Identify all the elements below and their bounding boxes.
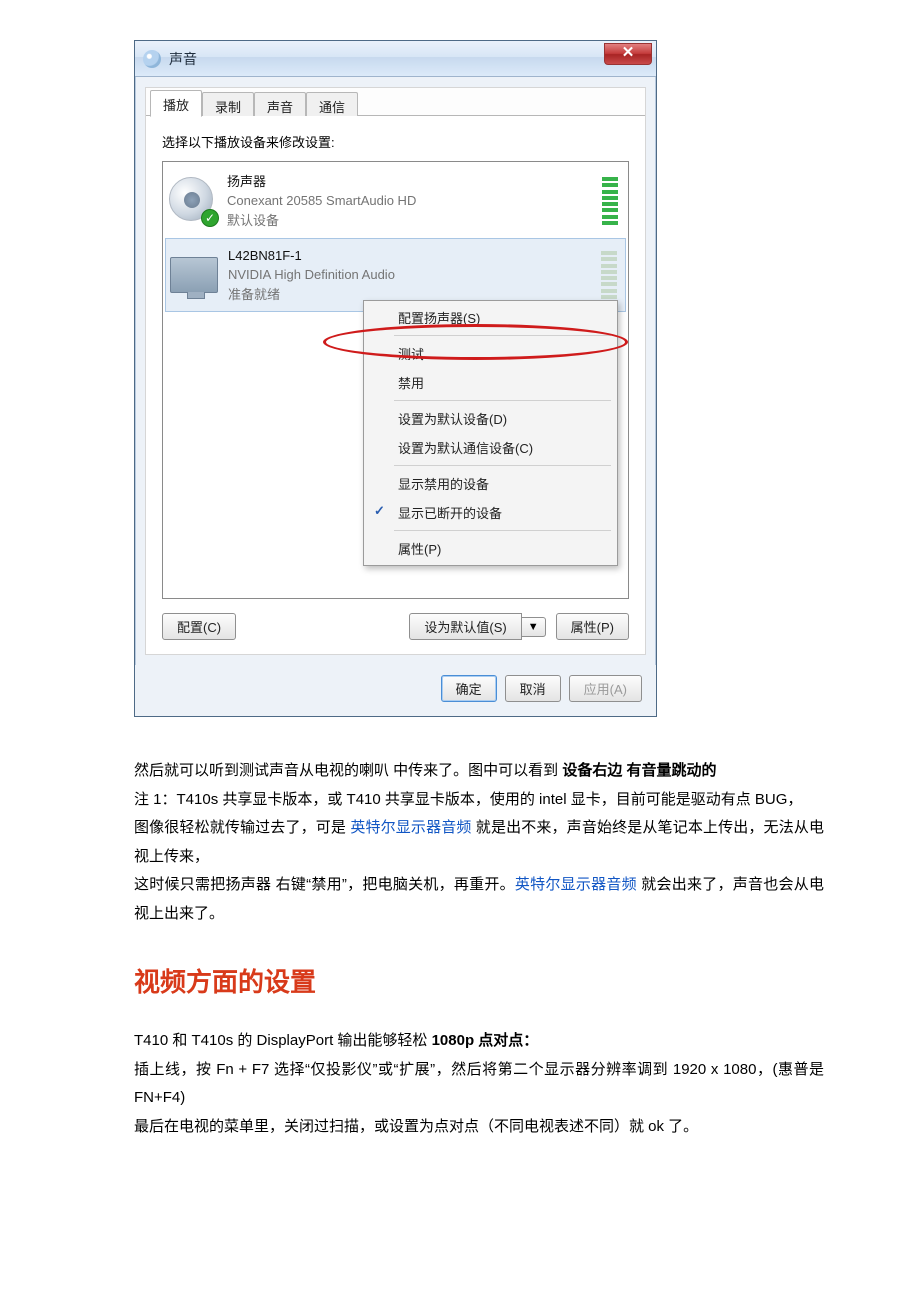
instruction-text: 选择以下播放设备来修改设置: (162, 132, 629, 151)
playback-device-list: ✓ 扬声器 Conexant 20585 SmartAudio HD 默认设备 (162, 161, 629, 599)
bold-text: 1080p 点对点： (432, 1032, 539, 1049)
device-desc: NVIDIA High Definition Audio (228, 265, 601, 285)
properties-button[interactable]: 属性(P) (556, 613, 629, 640)
menu-configure-speakers[interactable]: 配置扬声器(S) (364, 303, 617, 332)
dialog-title: 声音 (169, 49, 197, 69)
paragraph: 注 1：T410s 共享显卡版本，或 T410 共享显卡版本，使用的 intel… (134, 786, 824, 815)
apply-button[interactable]: 应用(A) (569, 675, 642, 702)
tab-playback[interactable]: 播放 (150, 90, 202, 117)
paragraph: 插上线，按 Fn + F7 选择“仅投影仪”或“扩展”，然后将第二个显示器分辨率… (134, 1056, 824, 1113)
menu-show-disabled[interactable]: 显示禁用的设备 (364, 469, 617, 498)
menu-disable[interactable]: 禁用 (364, 368, 617, 397)
device-speakers[interactable]: ✓ 扬声器 Conexant 20585 SmartAudio HD 默认设备 (165, 164, 626, 238)
paragraph: 最后在电视的菜单里，关闭过扫描，或设置为点对点（不同电视表述不同）就 ok 了。 (134, 1113, 824, 1142)
tabs: 播放 录制 声音 通信 (146, 88, 645, 116)
bold-text: 设备右边 有音量跳动的 (562, 762, 716, 779)
default-check-icon: ✓ (201, 209, 219, 227)
configure-button[interactable]: 配置(C) (162, 613, 236, 640)
device-desc: Conexant 20585 SmartAudio HD (227, 191, 602, 211)
menu-separator (394, 400, 611, 401)
section-heading: 视频方面的设置 (134, 962, 824, 999)
set-default-button[interactable]: 设为默认值(S) (409, 613, 521, 640)
tab-sounds[interactable]: 声音 (254, 92, 306, 116)
dropdown-arrow-icon[interactable]: ▼ (522, 617, 546, 637)
device-status: 默认设备 (227, 211, 602, 231)
titlebar[interactable]: 声音 ✕ (135, 41, 656, 77)
dialog-footer: 确定 取消 应用(A) (135, 665, 656, 716)
menu-test[interactable]: 测试 (364, 339, 617, 368)
speaker-icon: ✓ (169, 177, 217, 225)
device-name: L42BN81F-1 (228, 246, 601, 266)
sound-dialog: 声音 ✕ 播放 录制 声音 通信 选择以下播放设备来修改设置: ✓ (134, 40, 657, 717)
inner-buttons: 配置(C) 设为默认值(S) ▼ 属性(P) (162, 613, 629, 640)
ok-button[interactable]: 确定 (441, 675, 497, 702)
menu-show-disconnected[interactable]: 显示已断开的设备 (364, 498, 617, 527)
device-text: L42BN81F-1 NVIDIA High Definition Audio … (228, 246, 601, 305)
paragraph: T410 和 T410s 的 DisplayPort 输出能够轻松 1080p … (134, 1027, 824, 1056)
level-meter (602, 177, 618, 225)
menu-separator (394, 465, 611, 466)
sound-icon (143, 50, 161, 68)
close-button[interactable]: ✕ (604, 43, 652, 65)
tab-panel-playback: 选择以下播放设备来修改设置: ✓ 扬声器 Conexant 20585 Smar… (146, 116, 645, 654)
menu-properties[interactable]: 属性(P) (364, 534, 617, 563)
paragraph: 图像很轻松就传输过去了，可是 英特尔显示器音频 就是出不来，声音始终是从笔记本上… (134, 814, 824, 871)
paragraph: 然后就可以听到测试声音从电视的喇叭 中传来了。图中可以看到 设备右边 有音量跳动… (134, 757, 824, 786)
device-name: 扬声器 (227, 172, 602, 192)
article-body: 然后就可以听到测试声音从电视的喇叭 中传来了。图中可以看到 设备右边 有音量跳动… (134, 757, 824, 1141)
menu-set-default-comm[interactable]: 设置为默认通信设备(C) (364, 433, 617, 462)
dialog-body: 播放 录制 声音 通信 选择以下播放设备来修改设置: ✓ 扬声器 Co (145, 87, 646, 655)
device-text: 扬声器 Conexant 20585 SmartAudio HD 默认设备 (227, 172, 602, 231)
menu-separator (394, 335, 611, 336)
tab-communications[interactable]: 通信 (306, 92, 358, 116)
menu-set-default[interactable]: 设置为默认设备(D) (364, 404, 617, 433)
menu-separator (394, 530, 611, 531)
tab-recording[interactable]: 录制 (202, 92, 254, 116)
paragraph: 这时候只需把扬声器 右键“禁用”，把电脑关机，再重开。英特尔显示器音频 就会出来… (134, 871, 824, 928)
level-meter (601, 251, 617, 299)
monitor-icon (170, 251, 218, 299)
link-text: 英特尔显示器音频 (515, 876, 637, 893)
link-text: 英特尔显示器音频 (350, 819, 471, 836)
context-menu: 配置扬声器(S) 测试 禁用 设置为默认设备(D) 设置为默认通信设备(C) 显… (363, 300, 618, 566)
cancel-button[interactable]: 取消 (505, 675, 561, 702)
set-default-split-button[interactable]: 设为默认值(S) ▼ (409, 613, 545, 640)
close-icon: ✕ (622, 44, 635, 61)
